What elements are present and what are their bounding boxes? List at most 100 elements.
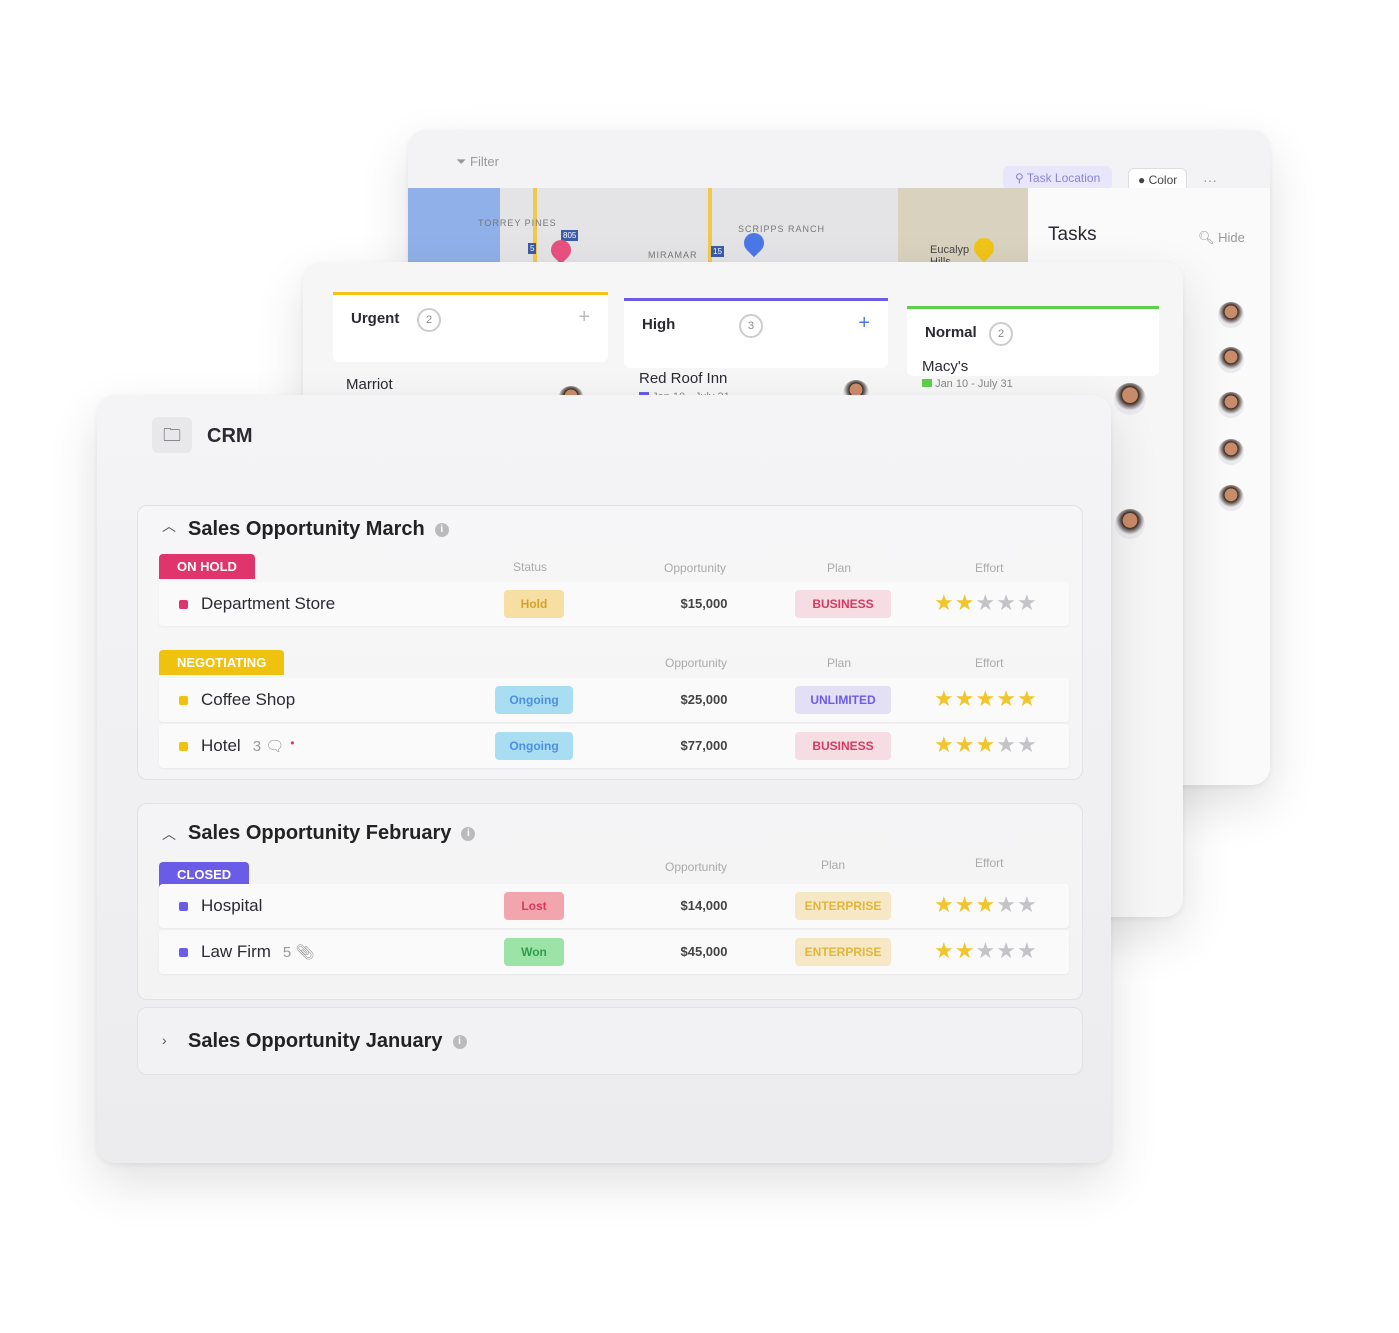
star-filled-icon[interactable]: ★ bbox=[975, 732, 996, 757]
task-dates: Jan 10 - July 31 bbox=[935, 378, 1013, 390]
status-badge[interactable]: Won bbox=[504, 938, 564, 966]
star-filled-icon[interactable]: ★ bbox=[934, 892, 955, 917]
star-empty-icon[interactable]: ★ bbox=[975, 590, 996, 615]
star-filled-icon[interactable]: ★ bbox=[975, 686, 996, 711]
column-header: Effort bbox=[975, 856, 1004, 870]
plan-badge[interactable]: UNLIMITED bbox=[795, 686, 891, 714]
star-empty-icon[interactable]: ★ bbox=[975, 938, 996, 963]
highway-shield: 15 bbox=[711, 246, 724, 257]
star-filled-icon[interactable]: ★ bbox=[955, 732, 976, 757]
plan-badge[interactable]: BUSINESS bbox=[795, 732, 891, 760]
add-icon[interactable]: + bbox=[578, 306, 590, 329]
comment-icon: 🗨 bbox=[265, 738, 285, 755]
add-icon[interactable]: + bbox=[858, 312, 870, 335]
status-badge[interactable]: Lost bbox=[504, 892, 564, 920]
star-filled-icon[interactable]: ★ bbox=[934, 938, 955, 963]
more-options-button[interactable]: ··· bbox=[1203, 172, 1217, 188]
crm-list-panel: 🗀 CRM ︿ Sales Opportunity March i ON HOLD… bbox=[97, 395, 1111, 1163]
unread-dot: • bbox=[290, 736, 295, 750]
comment-count[interactable]: 3 🗨 bbox=[253, 738, 285, 755]
plan-badge[interactable]: BUSINESS bbox=[795, 590, 891, 618]
folder-icon: 🗀 bbox=[152, 417, 192, 453]
table-row[interactable]: Hotel 3 🗨 • Ongoing $77,000 BUSINESS ★★★★★ bbox=[159, 724, 1069, 768]
column-high: High 3 + bbox=[624, 298, 888, 368]
avatar bbox=[1218, 439, 1244, 465]
status-tag: ON HOLD bbox=[159, 554, 255, 579]
star-empty-icon[interactable]: ★ bbox=[996, 938, 1017, 963]
group-title: Sales Opportunity February i bbox=[188, 822, 476, 845]
info-icon[interactable]: i bbox=[452, 1034, 467, 1049]
tasks-title: Tasks bbox=[1048, 224, 1097, 245]
table-row[interactable]: Hospital Lost $14,000 ENTERPRISE ★★★★★ bbox=[159, 884, 1069, 928]
map-label: TORREY PINES bbox=[478, 218, 557, 228]
effort-rating[interactable]: ★★★★★ bbox=[934, 686, 1038, 712]
column-header: Opportunity bbox=[664, 561, 727, 575]
star-filled-icon[interactable]: ★ bbox=[996, 686, 1017, 711]
task-location-button[interactable]: ⚲ Task Location bbox=[1003, 166, 1113, 190]
effort-rating[interactable]: ★★★★★ bbox=[934, 892, 1038, 918]
hide-button[interactable]: 🔍︎ Hide bbox=[1198, 230, 1245, 246]
chevron-up-icon[interactable]: ︿ bbox=[162, 516, 176, 536]
avatar bbox=[1218, 392, 1244, 418]
star-empty-icon[interactable]: ★ bbox=[1017, 732, 1038, 757]
star-filled-icon[interactable]: ★ bbox=[934, 732, 955, 757]
table-row[interactable]: Department Store Hold $15,000 BUSINESS ★… bbox=[159, 582, 1069, 626]
chevron-up-icon[interactable]: ︿ bbox=[162, 824, 176, 844]
group-january[interactable]: › Sales Opportunity January i bbox=[137, 1007, 1083, 1075]
count-badge: 2 bbox=[417, 308, 441, 332]
opportunity-value: $15,000 bbox=[680, 596, 728, 611]
page-title: CRM bbox=[207, 425, 253, 447]
task-card[interactable]: Macy's Jan 10 - July 31 bbox=[922, 358, 1013, 390]
star-filled-icon[interactable]: ★ bbox=[955, 590, 976, 615]
opportunity-value: $25,000 bbox=[680, 692, 728, 707]
group-march: ︿ Sales Opportunity March i ON HOLD Statu… bbox=[137, 505, 1083, 780]
star-empty-icon[interactable]: ★ bbox=[1017, 892, 1038, 917]
column-header: Effort bbox=[975, 561, 1004, 575]
location-pin-icon: ⚲ bbox=[1015, 171, 1027, 185]
star-filled-icon[interactable]: ★ bbox=[975, 892, 996, 917]
highway-shield: 5 bbox=[528, 243, 537, 254]
column-header: Plan bbox=[827, 561, 852, 575]
info-icon[interactable]: i bbox=[434, 522, 449, 537]
count-badge: 2 bbox=[989, 322, 1013, 346]
avatar bbox=[1114, 383, 1146, 415]
info-icon[interactable]: i bbox=[461, 826, 476, 841]
star-filled-icon[interactable]: ★ bbox=[955, 686, 976, 711]
group-title: Sales Opportunity January i bbox=[188, 1030, 467, 1053]
paperclip-icon: 📎︎ bbox=[295, 944, 315, 961]
task-card[interactable]: Marriot bbox=[346, 376, 393, 393]
star-empty-icon[interactable]: ★ bbox=[996, 732, 1017, 757]
avatar bbox=[1115, 509, 1145, 539]
effort-rating[interactable]: ★★★★★ bbox=[934, 590, 1038, 616]
star-filled-icon[interactable]: ★ bbox=[934, 590, 955, 615]
star-filled-icon[interactable]: ★ bbox=[934, 686, 955, 711]
plan-badge[interactable]: ENTERPRISE bbox=[795, 938, 891, 966]
map-label: MIRAMAR bbox=[648, 250, 698, 260]
effort-rating[interactable]: ★★★★★ bbox=[934, 732, 1038, 758]
table-row[interactable]: Coffee Shop Ongoing $25,000 UNLIMITED ★★… bbox=[159, 678, 1069, 722]
table-row[interactable]: Law Firm 5 📎︎ Won $45,000 ENTERPRISE ★★★★… bbox=[159, 930, 1069, 974]
avatar bbox=[1218, 302, 1244, 328]
column-urgent: Urgent 2 + bbox=[333, 292, 608, 362]
attachment-count[interactable]: 5 📎︎ bbox=[283, 944, 315, 961]
effort-rating[interactable]: ★★★★★ bbox=[934, 938, 1038, 964]
column-header: Opportunity bbox=[665, 860, 728, 874]
column-header: Plan bbox=[821, 858, 846, 872]
star-empty-icon[interactable]: ★ bbox=[996, 892, 1017, 917]
status-badge[interactable]: Ongoing bbox=[495, 732, 573, 760]
opportunity-value: $14,000 bbox=[680, 898, 728, 913]
status-badge[interactable]: Ongoing bbox=[495, 686, 573, 714]
star-empty-icon[interactable]: ★ bbox=[1017, 938, 1038, 963]
star-filled-icon[interactable]: ★ bbox=[1017, 686, 1038, 711]
star-empty-icon[interactable]: ★ bbox=[996, 590, 1017, 615]
avatar bbox=[1218, 485, 1244, 511]
filter-button[interactable]: ⏷ Filter bbox=[456, 154, 499, 170]
star-filled-icon[interactable]: ★ bbox=[955, 938, 976, 963]
star-empty-icon[interactable]: ★ bbox=[1017, 590, 1038, 615]
star-filled-icon[interactable]: ★ bbox=[955, 892, 976, 917]
search-icon: 🔍︎ bbox=[1198, 230, 1219, 245]
chevron-right-icon[interactable]: › bbox=[162, 1032, 167, 1048]
opportunity-value: $45,000 bbox=[680, 944, 728, 959]
status-badge[interactable]: Hold bbox=[504, 590, 564, 618]
plan-badge[interactable]: ENTERPRISE bbox=[795, 892, 891, 920]
